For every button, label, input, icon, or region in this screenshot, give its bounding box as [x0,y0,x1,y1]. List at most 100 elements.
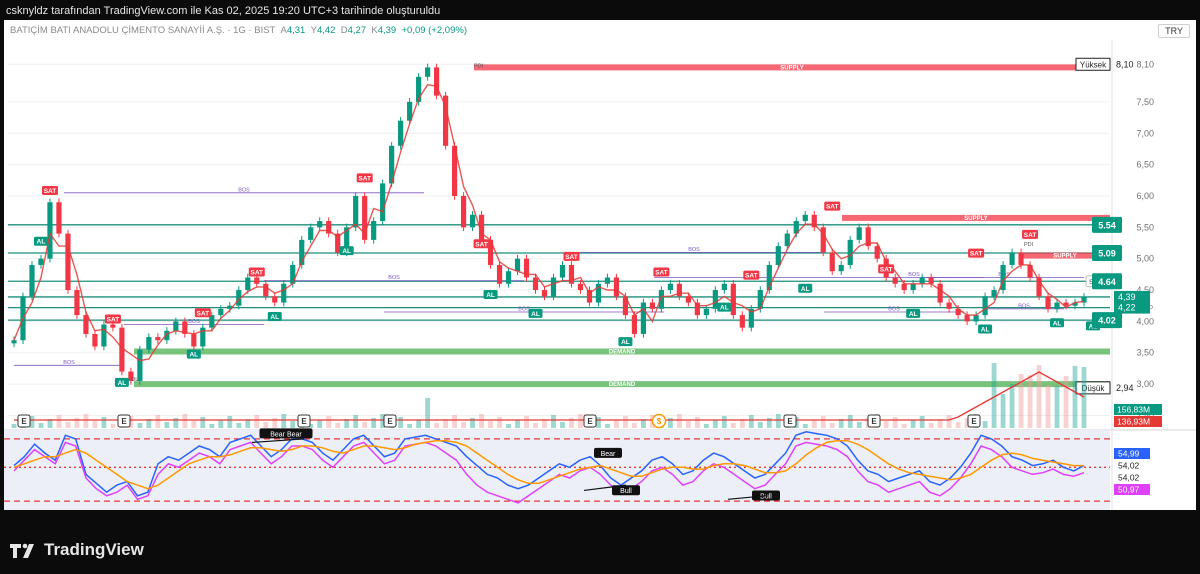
sell-signal-label: SAT [655,269,668,276]
volume-bar [137,423,143,428]
rsi-background [4,430,1110,510]
candle [559,264,566,278]
candle [892,277,898,284]
volume-bar [811,420,817,428]
candle [1054,302,1060,309]
volume-bar [326,416,332,428]
y-tick-label: 5,00 [1136,254,1154,264]
volume-bar [623,416,628,428]
buy-signal-label: AL [801,286,810,293]
symbol-title: BATIÇİM BATI ANADOLU ÇİMENTO SANAYİİ A.Ş… [10,25,276,36]
candle [631,315,638,334]
candle [982,296,988,316]
volume-bar [11,424,17,428]
volume-bar [407,424,413,428]
bos-label: BOS [908,272,920,278]
candle [973,315,979,322]
candle [263,283,269,297]
candle [155,337,161,341]
volume-bar [353,415,359,428]
rsi-value-label: 54,02 [1118,461,1140,471]
volume-bar [712,420,718,428]
volume-bar [578,414,583,428]
candle [74,290,80,316]
volume-bar [1027,375,1033,428]
high-value: 4,42 [316,25,336,36]
candle [964,315,970,322]
volume-bar [560,422,565,428]
supply-zone-label: SUPPLY [780,65,803,71]
candle [425,67,431,77]
structure-label: PDI [474,63,484,69]
demand-zone-label: DEMAND [609,382,636,388]
candle [173,321,179,331]
candle [856,227,862,240]
candle [281,283,287,303]
sell-signal-label: SAT [358,175,371,182]
brand-name: TradingView [44,540,144,559]
volume-bar [1000,394,1006,428]
last-price-label: 4,39 [1118,292,1136,302]
candle [29,264,35,297]
divergence-tag-label: Bear [601,451,616,458]
earnings-marker-label: E [387,417,393,426]
volume-bar [703,424,709,428]
currency-selector[interactable]: TRY [1158,24,1190,38]
change-value: +0,09 (+2,09%) [401,25,468,36]
candle [604,277,611,284]
buy-signal-label: AL [270,314,279,321]
volume-bar [1036,365,1042,428]
volume-bar [425,398,431,428]
candle [838,264,844,272]
volume-bar [910,420,916,428]
sell-signal-label: SAT [745,273,758,280]
candle [65,233,71,291]
candle [829,252,835,272]
candle [928,277,934,284]
bos-label: BOS [888,306,900,312]
buy-signal-label: AL [720,305,729,312]
candle [613,277,620,297]
y-tick-label: 5,50 [1136,222,1154,232]
volume-bar [847,415,853,428]
chart-canvas[interactable]: 8,107,507,006,506,005,505,004,504,003,50… [4,20,1196,510]
sell-signal-label: SAT [251,269,264,276]
volume-bar [1009,384,1015,428]
open-value: 4,31 [286,25,306,36]
bos-label: BOS [388,275,400,281]
candle [649,302,656,309]
buy-signal-label: AL [531,311,540,318]
volume-bar [38,423,44,428]
buy-signal-label: AL [189,352,198,359]
volume-bar [416,420,422,428]
volume-bar [317,420,323,428]
volume-bar [596,417,601,428]
volume-bar [92,421,98,428]
volume-bar [856,422,862,428]
volume-bar [101,417,107,428]
y-tick-label: 3,50 [1136,348,1154,358]
candle [577,283,584,291]
volume-bar [721,416,727,428]
supply-zone-label: SUPPLY [1053,254,1076,260]
candle [685,296,691,303]
sell-signal-label: SAT [107,317,120,324]
volume-bar [191,421,197,428]
candle [308,227,314,240]
candle [146,337,152,350]
volume-bar [730,423,736,428]
volume-bar [524,416,529,428]
candle [514,258,521,272]
chart-frame[interactable]: 8,10 7,50 7,00 6,50 6,00 5,50 5,00 4,50 4,00 3,50… [4,20,1196,510]
candle [83,315,89,334]
rsi-value-label: 54,02 [1118,473,1140,483]
volume-bar [263,422,269,428]
volume-value-label: 156,83M [1117,405,1150,415]
bos-label: BOS [63,360,75,366]
level-badge-label: 4.64 [1098,277,1116,287]
sell-signal-label: SAT [565,254,578,261]
candle [92,333,98,347]
tradingview-logo[interactable]: TradingView [10,540,144,560]
candle [991,290,997,297]
candle [847,239,853,265]
